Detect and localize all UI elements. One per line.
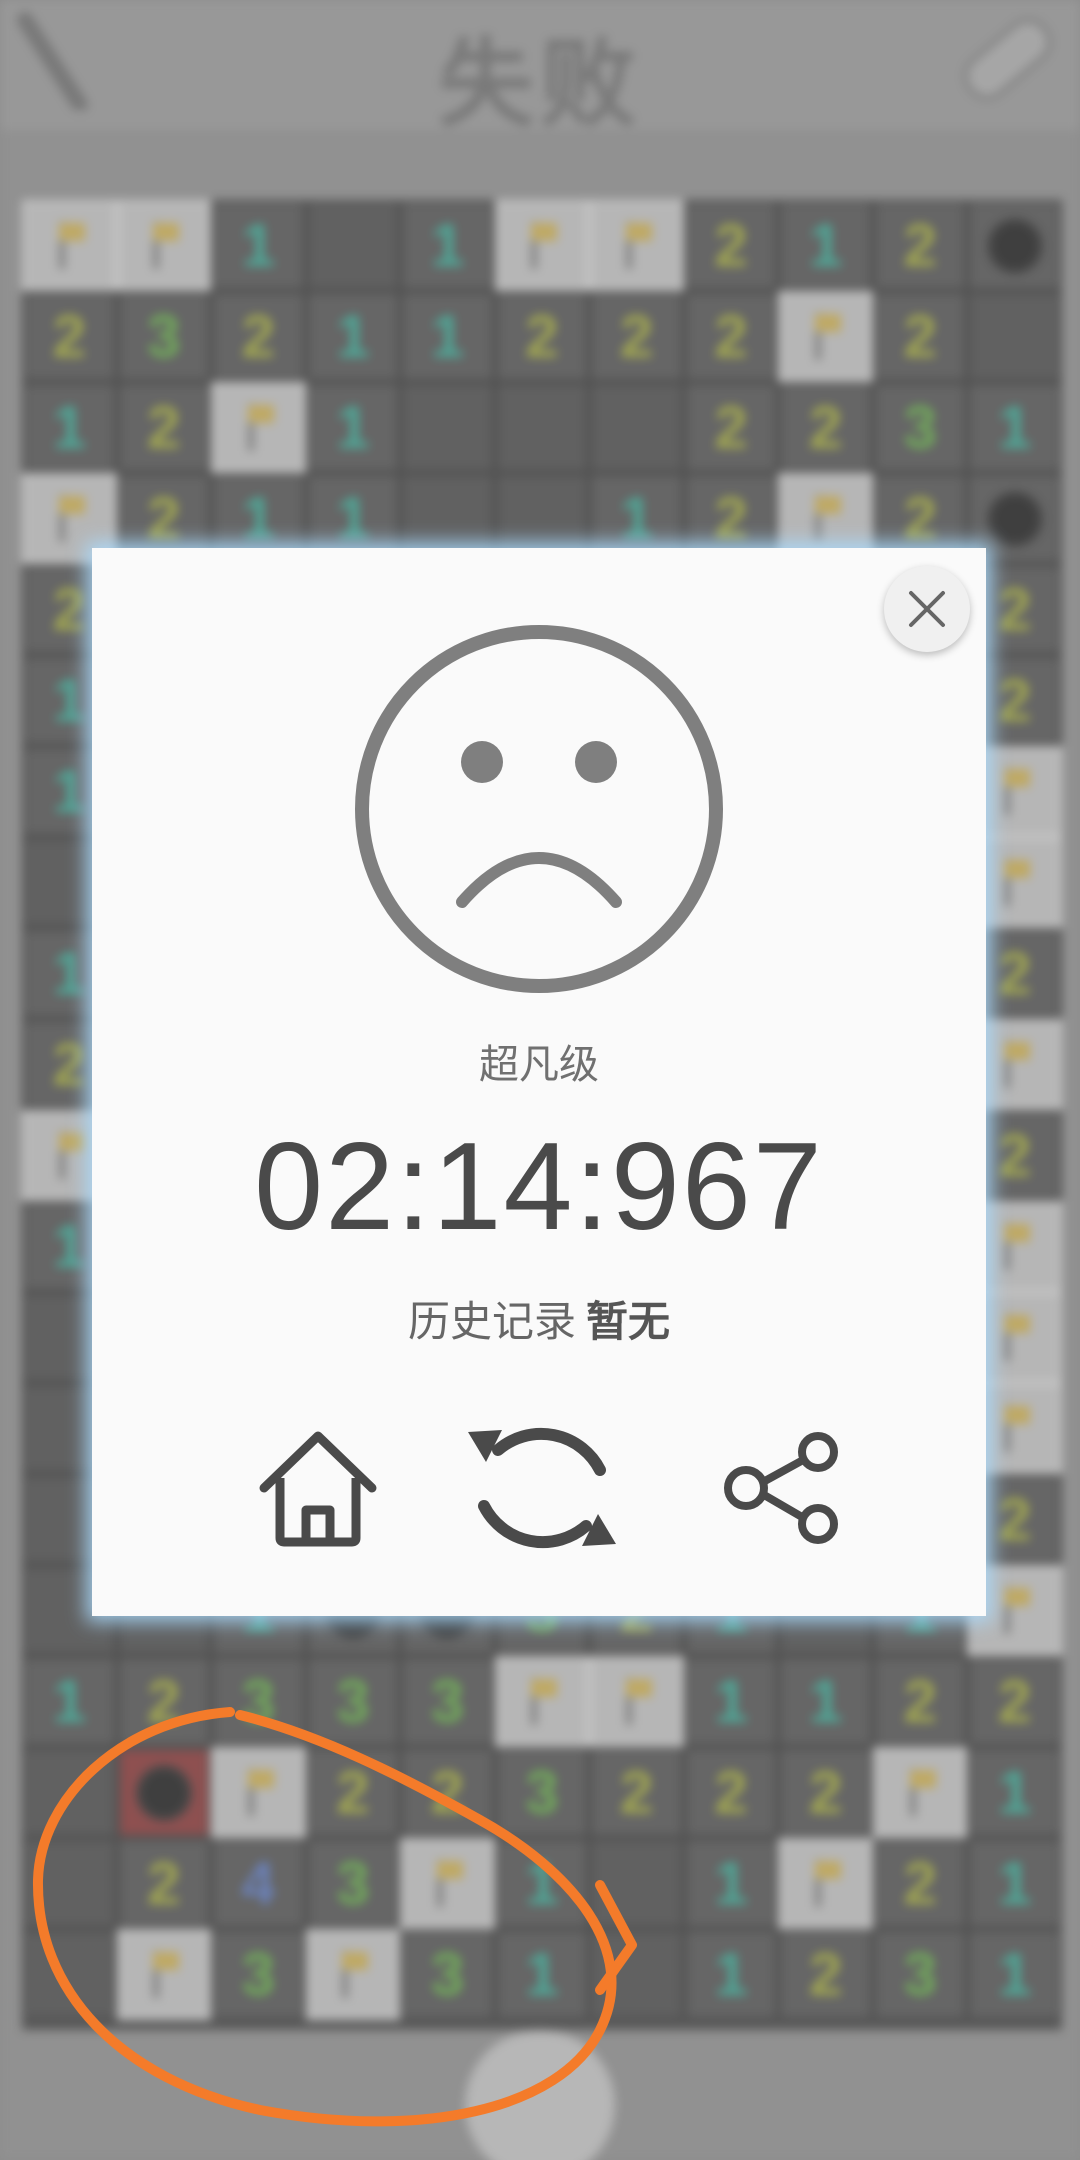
home-icon: [259, 1431, 377, 1547]
restart-icon: [468, 1427, 616, 1549]
home-button[interactable]: [248, 1418, 388, 1558]
history-record: 历史记录 暂无: [92, 1288, 986, 1349]
elapsed-time: 02:14:967: [254, 1118, 824, 1256]
history-value: 暂无: [586, 1298, 671, 1345]
share-button[interactable]: [712, 1418, 852, 1558]
difficulty-level: 超凡级: [479, 1043, 599, 1087]
game-screen: 失败 1121223211222212122312111222212112221…: [0, 0, 1080, 2160]
sad-face-icon: [355, 625, 723, 993]
history-label: 历史记录: [407, 1298, 576, 1345]
share-icon: [724, 1432, 838, 1544]
close-icon: [909, 591, 945, 627]
restart-button[interactable]: [462, 1418, 622, 1558]
close-button[interactable]: [884, 566, 970, 652]
game-over-dialog: 超凡级 02:14:967 历史记录 暂无: [92, 548, 986, 1616]
